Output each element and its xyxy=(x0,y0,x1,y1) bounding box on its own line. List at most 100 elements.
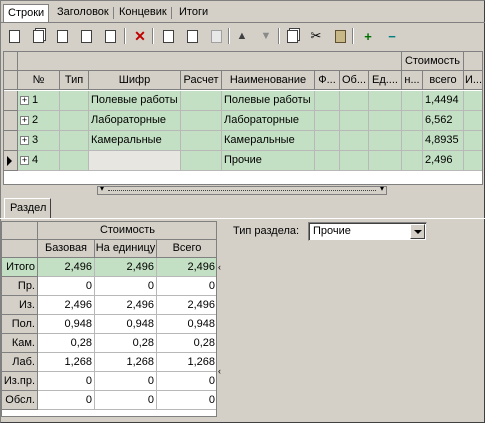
cell-base[interactable]: 1,268 xyxy=(38,353,95,372)
col-header-n[interactable]: н... xyxy=(402,71,423,90)
col-header-ob[interactable]: Об... xyxy=(340,71,369,90)
row-num-cell[interactable]: +1 xyxy=(18,91,60,111)
row-type[interactable] xyxy=(60,111,89,131)
cell-total[interactable]: 1,268 xyxy=(157,353,216,372)
row-calc[interactable] xyxy=(181,91,222,111)
row-n[interactable] xyxy=(402,91,423,111)
row-i[interactable] xyxy=(464,131,482,151)
cell-base[interactable]: 0 xyxy=(38,372,95,391)
row-name[interactable]: Прочие xyxy=(222,151,315,171)
cell-per-unit[interactable]: 2,496 xyxy=(95,296,157,315)
copy-icon[interactable] xyxy=(282,26,302,46)
doc-move-icon[interactable] xyxy=(100,26,120,46)
row-num-cell[interactable]: +2 xyxy=(18,111,60,131)
row-num-cell[interactable]: +3 xyxy=(18,131,60,151)
chevron-left-icon[interactable]: ‹ xyxy=(218,262,221,272)
table-row-current[interactable]: +4 Прочие 2,496 xyxy=(4,151,482,171)
col-header-name[interactable]: Наименование xyxy=(222,71,315,90)
col-header-total[interactable]: Всего xyxy=(157,240,216,258)
cell-base[interactable]: 2,496 xyxy=(38,258,95,277)
row-unit[interactable] xyxy=(369,131,402,151)
row-i[interactable] xyxy=(464,91,482,111)
row-calc[interactable] xyxy=(181,111,222,131)
cell-total[interactable]: 0 xyxy=(157,391,216,410)
tab-header[interactable]: Заголовок xyxy=(53,4,114,22)
col-header-type[interactable]: Тип xyxy=(60,71,89,90)
row-unit[interactable] xyxy=(369,111,402,131)
copy-doc-icon[interactable] xyxy=(28,26,48,46)
doc-icon[interactable] xyxy=(52,26,72,46)
expand-row-icon[interactable]: + xyxy=(20,95,29,105)
import-icon[interactable] xyxy=(158,26,178,46)
row-f[interactable] xyxy=(315,131,340,151)
row-type[interactable] xyxy=(60,151,89,171)
row-unit[interactable] xyxy=(369,151,402,171)
col-header-code[interactable]: Шифр xyxy=(89,71,181,90)
chevron-right-icon[interactable]: ▾ xyxy=(380,184,384,193)
col-header-base[interactable]: Базовая xyxy=(38,240,95,258)
cell-total[interactable]: 0,948 xyxy=(157,315,216,334)
row-type[interactable] xyxy=(60,131,89,151)
cell-base[interactable]: 0,948 xyxy=(38,315,95,334)
row-ob[interactable] xyxy=(340,91,369,111)
cell-total[interactable]: 0 xyxy=(157,372,216,391)
tab-rows[interactable]: Строки xyxy=(3,4,50,22)
row-ob[interactable] xyxy=(340,151,369,171)
chevron-left-icon[interactable]: ‹ xyxy=(218,366,221,376)
table-row[interactable]: +1 Полевые работы Полевые работы 1,4494 xyxy=(4,91,482,111)
row-ob[interactable] xyxy=(340,131,369,151)
row-f[interactable] xyxy=(315,151,340,171)
cell-base[interactable]: 0 xyxy=(38,391,95,410)
row-ob[interactable] xyxy=(340,111,369,131)
expand-row-icon[interactable]: + xyxy=(20,115,29,125)
doc-edit-icon[interactable] xyxy=(76,26,96,46)
cell-total[interactable]: 0,28 xyxy=(157,334,216,353)
table-row[interactable]: +2 Лабораторные Лабораторные 6,562 xyxy=(4,111,482,131)
col-header-calc[interactable]: Расчет xyxy=(181,71,222,90)
cell-per-unit[interactable]: 0,28 xyxy=(95,334,157,353)
expand-row-icon[interactable]: + xyxy=(20,155,29,165)
tab-totals[interactable]: Итоги xyxy=(175,4,212,22)
cell-per-unit[interactable]: 2,496 xyxy=(95,258,157,277)
new-doc-icon[interactable] xyxy=(4,26,24,46)
cell-base[interactable]: 0 xyxy=(38,277,95,296)
cell-base[interactable]: 2,496 xyxy=(38,296,95,315)
horizontal-splitter[interactable]: ▾ ▾ xyxy=(97,184,387,195)
cell-per-unit[interactable]: 0,948 xyxy=(95,315,157,334)
row-selector[interactable] xyxy=(4,151,18,171)
cell-per-unit[interactable]: 0 xyxy=(95,372,157,391)
col-header-unit[interactable]: Ед.... xyxy=(369,71,402,90)
row-calc[interactable] xyxy=(181,151,222,171)
expand-icon[interactable]: + xyxy=(358,26,378,46)
row-code[interactable]: Полевые работы xyxy=(89,91,181,111)
table-row[interactable]: +3 Камеральные Камеральные 4,8935 xyxy=(4,131,482,151)
vertical-splitter[interactable]: ‹ ‹ xyxy=(218,262,224,382)
cell-total[interactable]: 0 xyxy=(157,277,216,296)
move-up-icon[interactable]: ▲ xyxy=(232,26,252,46)
section-type-select[interactable]: Прочие xyxy=(308,222,427,241)
row-selector[interactable] xyxy=(4,111,18,131)
col-header-per-unit[interactable]: На единицу xyxy=(95,240,157,258)
cell-per-unit[interactable]: 0 xyxy=(95,391,157,410)
cell-per-unit[interactable]: 1,268 xyxy=(95,353,157,372)
row-n[interactable] xyxy=(402,131,423,151)
row-calc[interactable] xyxy=(181,131,222,151)
row-name[interactable]: Лабораторные xyxy=(222,111,315,131)
tab-footer[interactable]: Концевик xyxy=(115,4,172,22)
row-name[interactable]: Полевые работы xyxy=(222,91,315,111)
row-n[interactable] xyxy=(402,151,423,171)
col-header-f[interactable]: Ф... xyxy=(315,71,340,90)
row-unit[interactable] xyxy=(369,91,402,111)
row-f[interactable] xyxy=(315,111,340,131)
row-n[interactable] xyxy=(402,111,423,131)
row-selector[interactable] xyxy=(4,131,18,151)
cut-icon[interactable]: ✂ xyxy=(306,26,326,46)
col-header-total[interactable]: всего xyxy=(423,71,464,90)
cell-per-unit[interactable]: 0 xyxy=(95,277,157,296)
col-header-num[interactable]: № xyxy=(18,71,60,90)
row-type[interactable] xyxy=(60,91,89,111)
row-f[interactable] xyxy=(315,91,340,111)
row-num-cell[interactable]: +4 xyxy=(18,151,60,171)
row-code[interactable]: Камеральные xyxy=(89,131,181,151)
row-selector[interactable] xyxy=(4,91,18,111)
